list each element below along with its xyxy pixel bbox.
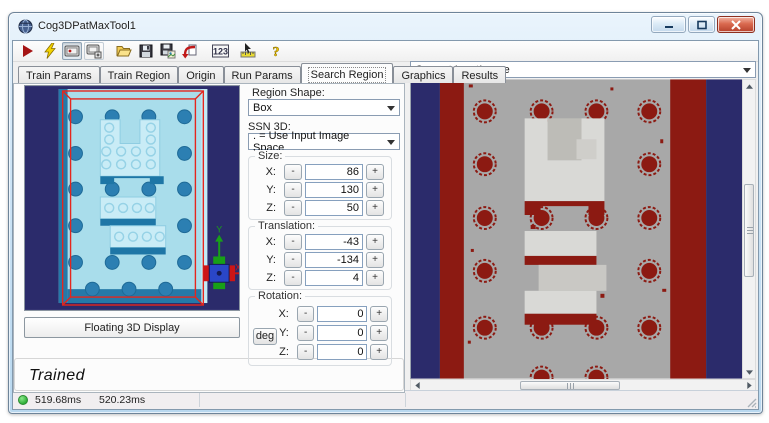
decrement-button[interactable]: - xyxy=(296,343,315,360)
help-icon[interactable]: ? xyxy=(266,42,286,60)
tab-graphics[interactable]: Graphics xyxy=(393,66,454,83)
client-area: 123 ? Train Params Train Region Origin R… xyxy=(12,40,759,410)
svg-text:Y: Y xyxy=(216,225,222,235)
increment-button[interactable]: + xyxy=(366,251,384,268)
search-region-page: Y X Floating 3D Display Trained Regio xyxy=(13,83,405,393)
size-group: Size: X: - + Y: - + Z: - + xyxy=(248,150,392,220)
minimize-button[interactable] xyxy=(651,16,686,33)
vertical-scroll-thumb[interactable] xyxy=(744,184,754,277)
region-shape-select[interactable]: Box xyxy=(248,99,400,116)
3d-display-viewport[interactable]: Y X xyxy=(24,85,240,311)
scroll-down-icon[interactable] xyxy=(743,366,755,378)
tab-results[interactable]: Results xyxy=(453,66,507,83)
decrement-button[interactable]: - xyxy=(284,163,302,180)
translation-group-label: Translation: xyxy=(255,220,319,232)
title-bar[interactable]: Cog3DPatMaxTool1 xyxy=(9,13,762,40)
translation-z-label: Z: xyxy=(266,271,276,284)
increment-button[interactable]: + xyxy=(370,305,388,322)
run-icon[interactable] xyxy=(18,42,38,60)
translation-z-input[interactable] xyxy=(305,269,363,286)
trained-status-text: Trained xyxy=(29,367,85,384)
translation-x-label: X: xyxy=(265,235,276,248)
size-x-input[interactable] xyxy=(305,163,363,180)
decrement-button[interactable]: - xyxy=(296,324,315,341)
rotation-y-input[interactable] xyxy=(317,324,368,341)
toolbar: 123 ? xyxy=(13,41,758,62)
results-123-icon[interactable]: 123 xyxy=(210,42,230,60)
input-image-display[interactable] xyxy=(410,79,742,379)
display-copy-icon[interactable] xyxy=(84,42,104,60)
tool-window: Cog3DPatMaxTool1 123 ? Train Params Trai… xyxy=(8,12,763,414)
rotation-group: Rotation: deg X: - + Y: - + Z: - xyxy=(248,290,392,366)
ssn3d-select[interactable]: . = Use Input Image Space xyxy=(248,130,400,154)
rotation-z-label: Z: xyxy=(279,345,289,358)
tab-origin[interactable]: Origin xyxy=(178,66,224,83)
open-folder-icon[interactable] xyxy=(114,42,134,60)
translation-y-label: Y: xyxy=(266,253,276,266)
scroll-up-icon[interactable] xyxy=(743,80,755,92)
increment-button[interactable]: + xyxy=(370,343,388,360)
region-shape-label: Region Shape: xyxy=(252,87,325,99)
decrement-button[interactable]: - xyxy=(284,251,302,268)
image-vertical-scrollbar[interactable] xyxy=(742,79,756,379)
svg-text:123: 123 xyxy=(212,47,227,57)
decrement-button[interactable]: - xyxy=(284,269,302,286)
increment-button[interactable]: + xyxy=(366,181,384,198)
translation-group: Translation: X: - + Y: - + Z: - xyxy=(248,220,392,290)
decrement-button[interactable]: - xyxy=(296,305,315,322)
tab-train-params[interactable]: Train Params xyxy=(18,66,100,83)
increment-button[interactable]: + xyxy=(366,233,384,250)
chevron-down-icon xyxy=(387,140,395,145)
save-image-icon[interactable] xyxy=(158,42,178,60)
resize-grip[interactable] xyxy=(746,397,757,408)
app-globe-icon xyxy=(18,19,33,34)
status-indicator-icon xyxy=(18,395,28,405)
tab-search-region[interactable]: Search Region xyxy=(300,63,394,83)
rotation-z-input[interactable] xyxy=(317,343,368,360)
increment-button[interactable]: + xyxy=(366,199,384,216)
size-z-input[interactable] xyxy=(305,199,363,216)
increment-button[interactable]: + xyxy=(366,269,384,286)
lightning-icon[interactable] xyxy=(40,42,60,60)
rotation-y-label: Y: xyxy=(279,326,289,339)
tab-train-region[interactable]: Train Region xyxy=(99,66,179,83)
floating-3d-display-button[interactable]: Floating 3D Display xyxy=(24,317,240,338)
rotation-x-label: X: xyxy=(278,307,289,320)
decrement-button[interactable]: - xyxy=(284,199,302,216)
rotation-x-input[interactable] xyxy=(317,305,368,322)
chevron-down-icon xyxy=(387,106,395,111)
translation-x-input[interactable] xyxy=(305,233,363,250)
size-group-label: Size: xyxy=(255,150,286,162)
maximize-button[interactable] xyxy=(688,16,715,33)
status-divider xyxy=(199,393,200,407)
tab-run-params[interactable]: Run Params xyxy=(223,66,301,83)
run-time-value: 519.68ms xyxy=(35,394,82,406)
measure-icon[interactable] xyxy=(238,42,258,60)
close-button[interactable] xyxy=(717,16,755,33)
window-title: Cog3DPatMaxTool1 xyxy=(38,20,136,32)
increment-button[interactable]: + xyxy=(366,163,384,180)
status-divider xyxy=(405,393,406,407)
save-icon[interactable] xyxy=(136,42,156,60)
size-z-label: Z: xyxy=(266,201,276,214)
decrement-button[interactable]: - xyxy=(284,233,302,250)
horizontal-scroll-thumb[interactable] xyxy=(520,381,620,390)
display-toggle-icon[interactable] xyxy=(62,42,82,60)
svg-text:?: ? xyxy=(273,45,280,59)
size-y-input[interactable] xyxy=(305,181,363,198)
svg-text:X: X xyxy=(235,262,240,272)
decrement-button[interactable]: - xyxy=(284,181,302,198)
total-time-value: 520.23ms xyxy=(99,394,146,406)
chevron-down-icon xyxy=(743,68,751,73)
rotation-group-label: Rotation: xyxy=(255,290,306,302)
size-x-label: X: xyxy=(265,165,276,178)
reset-icon[interactable] xyxy=(180,42,200,60)
size-y-label: Y: xyxy=(266,183,276,196)
increment-button[interactable]: + xyxy=(370,324,388,341)
translation-y-input[interactable] xyxy=(305,251,363,268)
